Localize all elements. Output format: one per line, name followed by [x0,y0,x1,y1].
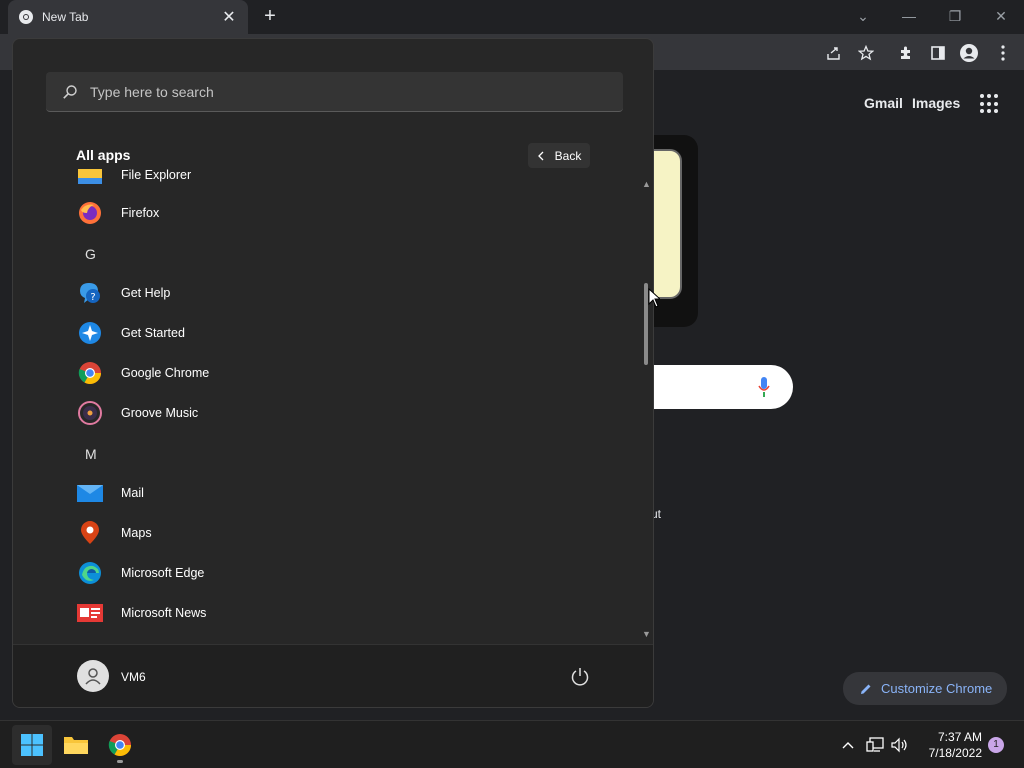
windows-logo-icon [21,734,43,756]
images-link[interactable]: Images [912,95,960,111]
clock-time: 7:37 AM [937,730,982,744]
app-label: Groove Music [121,406,199,420]
start-search-field[interactable] [46,72,623,112]
search-input[interactable] [90,83,570,100]
mouse-cursor-icon [648,288,660,308]
app-label: Microsoft News [121,606,207,620]
app-label: Maps [121,526,152,540]
maps-icon [77,520,103,546]
app-label: Google Chrome [121,366,210,380]
show-hidden-icons-chevron-icon[interactable] [838,735,858,755]
app-item-maps[interactable]: Maps [63,515,623,551]
close-window-button[interactable]: ✕ [987,5,1015,27]
app-label: Mail [121,486,144,500]
running-indicator [117,760,123,763]
chrome-tabstrip: New Tab ✕ + ⌄ — ❐ ✕ [0,0,1024,34]
app-item-get-started[interactable]: Get Started [63,315,623,351]
app-item-microsoft-news[interactable]: Microsoft News [63,595,623,631]
extensions-icon[interactable] [895,42,917,64]
tab-close-button[interactable]: ✕ [220,7,238,27]
firefox-icon [77,200,103,226]
app-item-file-explorer[interactable]: File Explorer [63,169,623,193]
svg-text:?: ? [90,292,95,303]
tab-new-tab[interactable]: New Tab ✕ [8,0,248,34]
chrome-menu-icon[interactable] [992,42,1014,64]
customize-chrome-button[interactable]: Customize Chrome [843,672,1007,705]
chrome-icon [77,360,103,386]
app-item-firefox[interactable]: Firefox [63,195,623,231]
voice-search-mic-icon[interactable] [757,375,771,399]
scroll-up-arrow-icon[interactable]: ▲ [642,179,651,189]
letter-header-g[interactable]: G [85,246,96,262]
app-label: Get Help [121,286,171,300]
folder-icon [64,737,88,754]
user-name[interactable]: VM6 [121,670,146,684]
app-label: Firefox [121,206,160,220]
app-item-mail[interactable]: Mail [63,475,623,511]
search-icon [63,84,77,99]
all-apps-title: All apps [76,147,131,163]
taskbar-file-explorer[interactable] [56,725,96,765]
side-panel-icon[interactable] [927,42,949,64]
power-button-icon[interactable] [569,666,591,688]
app-label: Get Started [121,326,185,340]
chrome-taskbar-icon [108,734,131,756]
google-apps-icon[interactable] [980,94,1000,114]
letter-header-m[interactable]: M [85,446,97,462]
taskbar-google-chrome[interactable] [100,725,140,765]
clock-date: 7/18/2022 [928,746,982,760]
taskbar-clock[interactable]: 7:37 AM 7/18/2022 [912,729,982,761]
groove-music-icon [77,400,103,426]
back-button[interactable]: Back [528,143,590,168]
back-label: Back [554,148,582,163]
person-icon [85,668,101,685]
notification-badge[interactable]: 1 [988,737,1004,753]
app-item-get-help[interactable]: ? Get Help [63,275,623,311]
start-menu: All apps Back File Explorer Firefox G ? … [12,38,654,708]
file-explorer-icon [77,169,103,188]
get-started-icon [77,320,103,346]
app-label: Microsoft Edge [121,566,205,580]
mail-icon [77,480,103,506]
app-item-google-chrome[interactable]: Google Chrome [63,355,623,391]
app-item-microsoft-edge[interactable]: Microsoft Edge [63,555,623,591]
bookmark-star-icon[interactable] [855,42,877,64]
network-icon[interactable] [865,735,885,755]
profile-icon[interactable] [958,42,980,64]
scroll-down-arrow-icon[interactable]: ▼ [642,629,651,639]
volume-icon[interactable] [890,735,910,755]
user-avatar[interactable] [77,660,109,692]
new-tab-button[interactable]: + [258,5,282,29]
tab-search-dropdown-button[interactable]: ⌄ [849,5,877,27]
news-icon [77,600,103,626]
get-help-icon: ? [77,280,103,306]
customize-chrome-label: Customize Chrome [881,681,993,696]
start-user-bar: VM6 [13,644,653,707]
taskbar: 7:37 AM 7/18/2022 1 [0,720,1024,768]
app-list-scrollbar[interactable]: ▲ ▼ [641,179,651,639]
edge-icon [77,560,103,586]
all-apps-list: File Explorer Firefox G ? Get Help Get S… [13,169,641,644]
app-item-groove-music[interactable]: Groove Music [63,395,623,431]
start-button[interactable] [12,725,52,765]
app-label: File Explorer [121,169,192,182]
chevron-left-icon [537,151,544,160]
minimize-button[interactable]: — [895,5,923,27]
restore-button[interactable]: ❐ [941,5,969,27]
tab-title: New Tab [42,10,89,24]
chrome-favicon-icon [19,10,33,24]
share-icon[interactable] [823,42,845,64]
pencil-icon [861,684,871,694]
gmail-link[interactable]: Gmail [864,95,903,111]
